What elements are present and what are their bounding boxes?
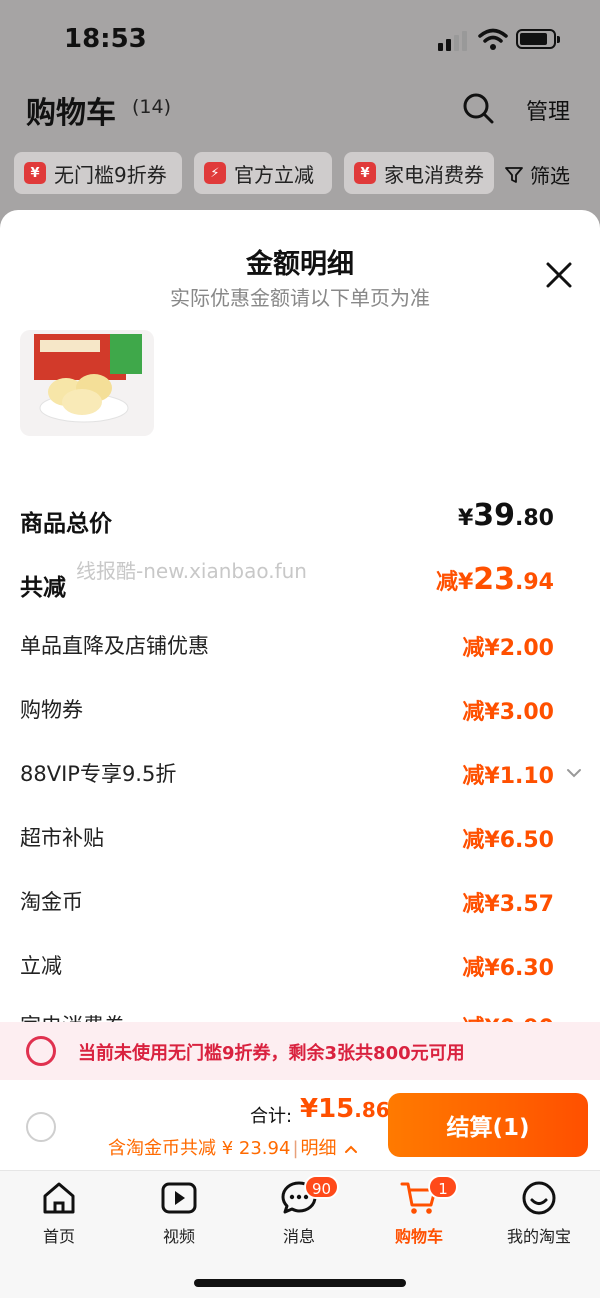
row-total-price: 商品总价 ¥39.80 [20, 498, 554, 538]
home-indicator [194, 1279, 406, 1287]
tab-label: 首页 [42, 1227, 75, 1246]
row-shopping-coupon: 购物券 减¥3.00 [20, 688, 554, 728]
row-label: 超市补贴 [20, 826, 104, 850]
amount-detail-sheet: 金额明细 实际优惠金额请以下单页为准 线报酷-new.xianbao.fun 商… [0, 210, 600, 1298]
total-label: 合计: [250, 1106, 293, 1127]
row-value: 减¥3.00 [462, 700, 554, 725]
checkout-button[interactable]: 结算(1) [388, 1093, 588, 1157]
cart-badge: 1 [428, 1175, 458, 1199]
lightning-icon: ⚡ [204, 162, 226, 184]
row-total-discount: 共减 减¥23.94 [20, 562, 554, 602]
row-supermarket-subsidy: 超市补贴 减¥6.50 [20, 816, 554, 856]
tab-messages[interactable]: 消息 90 [244, 1175, 354, 1259]
row-value: 减¥3.57 [462, 892, 554, 917]
search-icon[interactable] [462, 92, 494, 124]
status-time: 18:53 [64, 24, 147, 54]
chip-label: 家电消费券 [384, 162, 484, 187]
filter-icon [505, 166, 523, 183]
row-instant-discount: 立减 减¥6.30 [20, 944, 554, 984]
signal-icon [438, 31, 470, 51]
row-label: 88VIP专享9.5折 [20, 762, 177, 786]
select-all-checkbox[interactable] [26, 1112, 56, 1142]
row-label: 单品直降及店铺优惠 [20, 634, 209, 658]
checkout-bar: 合计: ¥15.86 含淘金币共减 ¥ 23.94 | 明细 结算(1) [0, 1080, 600, 1170]
coupon-notice-bar[interactable]: 当前未使用无门槛9折券，剩余3张共800元可用 [0, 1022, 600, 1080]
row-label: 共减 [20, 575, 66, 601]
row-label: 商品总价 [20, 511, 112, 537]
profile-icon [522, 1181, 556, 1215]
savings-summary[interactable]: 含淘金币共减 ¥ 23.94 | 明细 [108, 1134, 358, 1160]
manage-button[interactable]: 管理 [526, 94, 570, 126]
battery-icon [516, 29, 560, 49]
row-store-discount: 单品直降及店铺优惠 减¥2.00 [20, 624, 554, 664]
total-value: ¥15.86 [300, 1094, 390, 1124]
row-taojinbi: 淘金币 减¥3.57 [20, 880, 554, 920]
tab-home[interactable]: 首页 [4, 1179, 114, 1259]
row-value: 减¥23.94 [435, 562, 554, 597]
video-icon [161, 1182, 197, 1214]
row-88vip[interactable]: 88VIP专享9.5折 减¥1.10 [20, 752, 554, 792]
message-badge: 90 [304, 1175, 340, 1199]
wifi-icon [478, 28, 508, 50]
chip-appliance-coupon[interactable]: ¥ 家电消费券 [344, 152, 494, 194]
chevron-down-icon[interactable] [566, 768, 582, 778]
coupon-icon: ¥ [354, 162, 376, 184]
tab-my-taobao[interactable]: 我的淘宝 [484, 1179, 594, 1259]
chip-official-discount[interactable]: ⚡ 官方立减 [194, 152, 332, 194]
filter-button[interactable]: 筛选 [504, 160, 570, 189]
row-value: 减¥6.30 [462, 956, 554, 981]
cart-count: (14) [132, 96, 172, 118]
status-bar: 18:53 [0, 0, 600, 80]
chevron-up-icon[interactable] [344, 1144, 358, 1154]
page-title: 购物车 [26, 96, 116, 131]
filter-label: 筛选 [530, 164, 570, 188]
tab-bar: 首页 视频 消息 90 购物车 1 我的淘宝 [0, 1170, 600, 1298]
tab-cart[interactable]: 购物车 1 [364, 1175, 474, 1259]
close-icon[interactable] [544, 260, 574, 290]
tab-label: 消息 [282, 1227, 315, 1246]
tab-label: 视频 [162, 1227, 195, 1246]
detail-link[interactable]: 明细 [301, 1138, 337, 1159]
tab-label: 购物车 [394, 1227, 443, 1246]
row-label: 淘金币 [20, 890, 83, 914]
sheet-title: 金额明细 [246, 249, 354, 280]
row-value: 减¥6.50 [462, 828, 554, 853]
product-image [20, 330, 154, 436]
chip-label: 无门槛9折券 [54, 162, 167, 187]
notice-radio-icon[interactable] [26, 1036, 56, 1066]
chip-coupon-90[interactable]: ¥ 无门槛9折券 [14, 152, 182, 194]
coupon-icon: ¥ [24, 162, 46, 184]
row-value: 减¥1.10 [462, 764, 554, 789]
home-icon [43, 1182, 75, 1214]
tab-video[interactable]: 视频 [124, 1179, 234, 1259]
row-label: 购物券 [20, 698, 83, 722]
sheet-subtitle: 实际优惠金额请以下单页为准 [170, 286, 430, 310]
row-value: 减¥2.00 [462, 636, 554, 661]
chip-label: 官方立减 [234, 162, 314, 187]
row-label: 立减 [20, 954, 62, 978]
row-value: ¥39.80 [457, 498, 554, 533]
tab-label: 我的淘宝 [506, 1227, 571, 1246]
notice-text: 当前未使用无门槛9折券，剩余3张共800元可用 [78, 1043, 465, 1064]
